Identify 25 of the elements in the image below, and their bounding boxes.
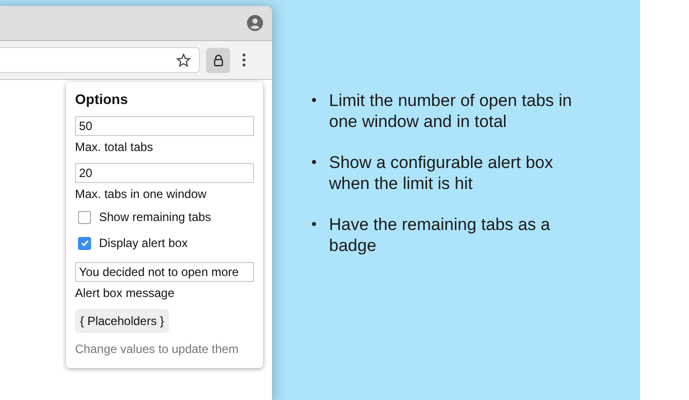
placeholders-button[interactable]: { Placeholders }: [75, 309, 170, 333]
checkbox-label: Display alert box: [99, 236, 188, 250]
input-field[interactable]: You decided not to open more: [75, 262, 254, 282]
menu-icon[interactable]: [242, 53, 246, 67]
bullet-icon: [312, 98, 316, 102]
input-field[interactable]: 20: [75, 163, 254, 183]
feature-text: Limit the number of open tabs in one window and in total: [329, 90, 573, 132]
input-field[interactable]: 50: [75, 116, 254, 136]
checkbox[interactable]: [78, 210, 91, 224]
extension-button[interactable]: [206, 48, 230, 72]
checkbox-label: Show remaining tabs: [99, 210, 212, 224]
lock-icon: [212, 54, 224, 66]
feature-text: Have the remaining tabs as a badge: [329, 214, 552, 256]
popup-title: Options: [75, 91, 129, 107]
bullet-icon: [312, 160, 316, 164]
checkbox[interactable]: [78, 236, 91, 250]
account-icon[interactable]: [247, 15, 263, 31]
field-label: Max. total tabs: [75, 140, 154, 154]
check-icon: [80, 238, 90, 248]
star-icon[interactable]: [176, 52, 191, 68]
field-label: Max. tabs in one window: [75, 187, 208, 201]
field-label: Alert box message: [75, 286, 176, 300]
bullet-icon: [312, 222, 316, 226]
feature-text: Show a configurable alert box when the limit is hit: [329, 152, 554, 194]
hint-text: Change values to update them: [75, 342, 240, 356]
